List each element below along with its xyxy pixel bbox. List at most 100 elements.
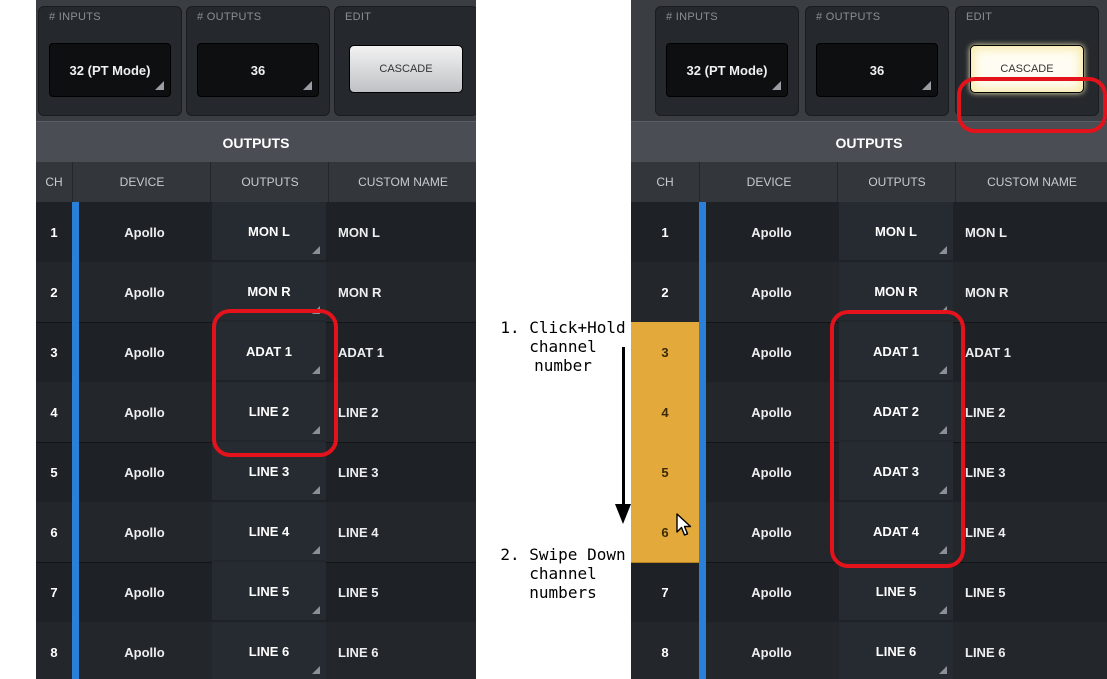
table-row[interactable]: 7 Apollo LINE 5 LINE 5 xyxy=(36,562,476,623)
col-device: DEVICE xyxy=(72,162,211,202)
custom-name-field[interactable]: LINE 3 xyxy=(330,442,378,502)
step1-line1: 1. Click+Hold xyxy=(500,318,626,337)
inputs-select[interactable]: 32 (PT Mode) xyxy=(49,43,171,97)
custom-name-field[interactable]: ADAT 1 xyxy=(330,322,384,382)
step2-line1: 2. Swipe Down xyxy=(500,545,626,564)
channel-number[interactable]: 3 xyxy=(36,322,72,382)
table-row[interactable]: 1 Apollo MON L MON L xyxy=(36,202,476,263)
output-select[interactable]: LINE 5 xyxy=(839,562,953,620)
output-value: LINE 3 xyxy=(248,463,290,479)
column-header: CH DEVICE OUTPUTS CUSTOM NAME xyxy=(36,162,476,202)
swipe-arrow-head-icon xyxy=(615,504,631,524)
col-outputs: OUTPUTS xyxy=(210,162,329,202)
channel-number[interactable]: 7 xyxy=(631,562,699,622)
channel-number[interactable]: 1 xyxy=(631,202,699,262)
dropdown-corner-icon xyxy=(312,486,320,494)
device-color-bar xyxy=(72,502,79,562)
custom-name-field[interactable]: MON R xyxy=(330,262,381,322)
outputs-count-select[interactable]: 36 xyxy=(197,43,319,97)
callout-cascade-button xyxy=(957,77,1107,133)
outputs-count-select[interactable]: 36 xyxy=(816,43,938,97)
output-select[interactable]: LINE 4 xyxy=(212,502,326,560)
inputs-box: # INPUTS 32 (PT Mode) xyxy=(655,6,799,116)
outputs-count-label: # OUTPUTS xyxy=(816,11,881,23)
channel-number[interactable]: 8 xyxy=(631,622,699,679)
inputs-value: 32 (PT Mode) xyxy=(69,62,151,78)
channel-number[interactable]: 6 xyxy=(36,502,72,562)
custom-name-field[interactable]: MON R xyxy=(957,262,1008,322)
custom-name-field[interactable]: MON L xyxy=(330,202,380,262)
device-color-bar xyxy=(699,382,706,442)
custom-name-field[interactable]: LINE 6 xyxy=(330,622,378,679)
output-value: LINE 5 xyxy=(248,583,290,599)
step1-annotation: 1. Click+Hold channel number xyxy=(495,318,631,375)
channel-number[interactable]: 4 xyxy=(36,382,72,442)
col-custom-name: CUSTOM NAME xyxy=(328,162,476,202)
device-color-bar xyxy=(699,502,706,562)
callout-after-outputs xyxy=(830,310,965,568)
column-header: CH DEVICE OUTPUTS CUSTOM NAME xyxy=(631,162,1107,202)
custom-name-field[interactable]: ADAT 1 xyxy=(957,322,1011,382)
channel-number[interactable]: 4 xyxy=(631,382,699,443)
edit-box: EDIT CASCADE xyxy=(334,6,476,116)
dropdown-corner-icon xyxy=(312,606,320,614)
inputs-box: # INPUTS 32 (PT Mode) xyxy=(38,6,182,116)
output-select[interactable]: MON L xyxy=(212,202,326,260)
callout-before-outputs xyxy=(212,309,338,457)
channel-number[interactable]: 1 xyxy=(36,202,72,262)
step2-annotation: 2. Swipe Down channel numbers xyxy=(494,545,632,602)
custom-name-field[interactable]: LINE 5 xyxy=(957,562,1005,622)
device-name: Apollo xyxy=(751,344,792,360)
device-color-bar xyxy=(699,322,706,382)
output-select[interactable]: LINE 6 xyxy=(212,622,326,679)
channel-number[interactable]: 3 xyxy=(631,322,699,383)
output-value: LINE 6 xyxy=(875,643,917,659)
channel-number[interactable]: 2 xyxy=(631,262,699,322)
device-color-bar xyxy=(72,442,79,502)
custom-name-field[interactable]: LINE 6 xyxy=(957,622,1005,679)
custom-name-field[interactable]: MON L xyxy=(957,202,1007,262)
dropdown-corner-icon xyxy=(312,546,320,554)
device-color-bar xyxy=(72,622,79,679)
device-color-bar xyxy=(699,562,706,622)
channel-number[interactable]: 2 xyxy=(36,262,72,322)
device-name: Apollo xyxy=(124,464,165,480)
edit-label: EDIT xyxy=(345,11,372,23)
channel-number[interactable]: 8 xyxy=(36,622,72,679)
dropdown-corner-icon xyxy=(772,81,781,90)
inputs-select[interactable]: 32 (PT Mode) xyxy=(666,43,788,97)
step1-line3: number xyxy=(534,356,592,375)
output-value: MON R xyxy=(247,283,291,299)
output-select[interactable]: LINE 6 xyxy=(839,622,953,679)
device-name: Apollo xyxy=(124,224,165,240)
dropdown-corner-icon xyxy=(312,666,320,674)
channel-number[interactable]: 7 xyxy=(36,562,72,622)
device-name: Apollo xyxy=(751,644,792,660)
device-color-bar xyxy=(699,442,706,502)
device-color-bar xyxy=(72,202,79,262)
step1-line2: channel xyxy=(529,337,597,356)
device-name: Apollo xyxy=(751,464,792,480)
table-row[interactable]: 7 Apollo LINE 5 LINE 5 xyxy=(631,562,1107,623)
device-name: Apollo xyxy=(124,524,165,540)
table-row[interactable]: 8 Apollo LINE 6 LINE 6 xyxy=(36,622,476,679)
cascade-button[interactable]: CASCADE xyxy=(349,45,463,93)
col-ch: CH xyxy=(45,175,63,189)
table-row[interactable]: 6 Apollo LINE 4 LINE 4 xyxy=(36,502,476,563)
output-value: MON R xyxy=(874,283,918,299)
output-value: LINE 4 xyxy=(248,523,290,539)
table-row[interactable]: 1 Apollo MON L MON L xyxy=(631,202,1107,263)
device-name: Apollo xyxy=(751,224,792,240)
channel-number[interactable]: 5 xyxy=(631,442,699,503)
dropdown-corner-icon xyxy=(939,246,947,254)
device-color-bar xyxy=(699,622,706,679)
table-row[interactable]: 8 Apollo LINE 6 LINE 6 xyxy=(631,622,1107,679)
custom-name-field[interactable]: LINE 5 xyxy=(330,562,378,622)
custom-name-field[interactable]: LINE 4 xyxy=(330,502,378,562)
outputs-count-label: # OUTPUTS xyxy=(197,11,262,23)
col-ch: CH xyxy=(656,175,674,189)
output-select[interactable]: LINE 5 xyxy=(212,562,326,620)
dropdown-corner-icon xyxy=(312,246,320,254)
channel-number[interactable]: 5 xyxy=(36,442,72,502)
output-select[interactable]: MON L xyxy=(839,202,953,260)
